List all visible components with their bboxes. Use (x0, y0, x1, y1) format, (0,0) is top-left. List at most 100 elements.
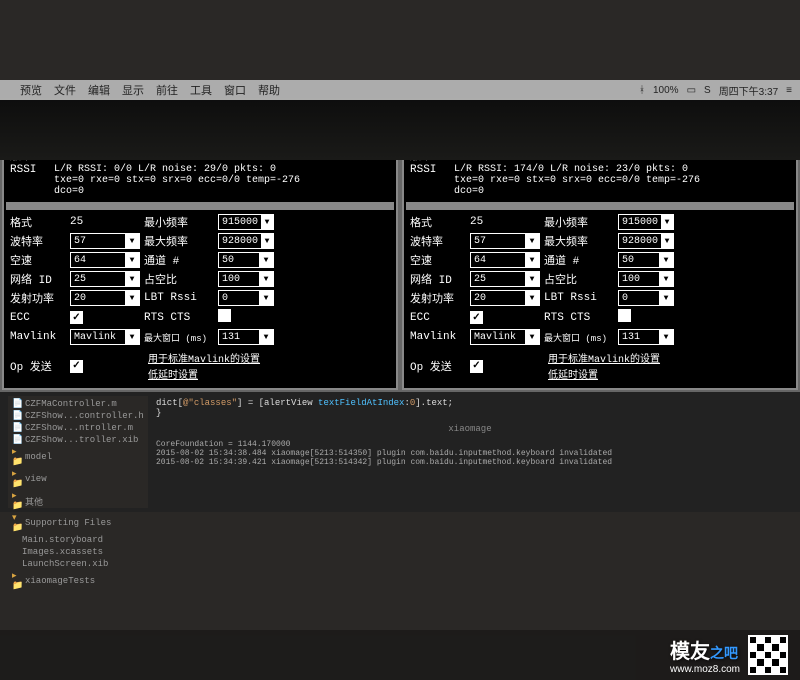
mavlink-label: Mavlink (410, 331, 466, 343)
minfreq-label: 最小频率 (144, 214, 214, 230)
ecc-checkbox[interactable]: ✓ (70, 311, 83, 324)
lbt-dropdown[interactable]: 0▼ (618, 290, 674, 306)
ecc-checkbox[interactable]: ✓ (470, 311, 483, 324)
txpower-dropdown[interactable]: 20▼ (70, 290, 140, 306)
minfreq-dropdown[interactable]: 915000▼ (218, 214, 274, 230)
folder-item[interactable]: ▸📁model (10, 446, 146, 468)
rts-checkbox[interactable] (218, 309, 231, 322)
rssi-text: L/R RSSI: 174/0 L/R noise: 23/0 pkts: 0 … (454, 164, 790, 197)
baud-label: 波特率 (410, 233, 466, 249)
rts-label: RTS CTS (544, 312, 614, 324)
watermark: 模友之吧 www.moz8.com (0, 630, 800, 680)
file-item[interactable]: 📄CZFShow...controller.h (10, 410, 146, 422)
chevron-down-icon: ▼ (125, 291, 139, 305)
airspeed-dropdown[interactable]: 64▼ (70, 252, 140, 268)
divider (406, 202, 794, 210)
lbt-dropdown[interactable]: 0▼ (218, 290, 274, 306)
footer-links[interactable]: 用于标准Mavlink的设置 低延时设置 (144, 348, 274, 384)
folder-item[interactable]: ▸📁xiaomageTests (10, 570, 146, 592)
panels-container: -本地 版本 SiK 1.9 on HM-TRP FREQ_915 DEVICE… (0, 122, 800, 392)
folder-icon: ▸📁 (12, 447, 22, 467)
menu-window[interactable]: 窗口 (224, 82, 246, 98)
chevron-down-icon: ▼ (525, 253, 539, 267)
clock[interactable]: 周四下午3:37 (719, 83, 779, 98)
baud-dropdown[interactable]: 57▼ (470, 233, 540, 249)
file-icon: 📄 (12, 435, 22, 445)
maxfreq-dropdown[interactable]: 928000▼ (618, 233, 674, 249)
file-navigator[interactable]: 📄CZFMaController.m 📄CZFShow...controller… (8, 396, 148, 508)
txpower-label: 发射功率 (410, 290, 466, 306)
netid-dropdown[interactable]: 25▼ (70, 271, 140, 287)
battery-percent: 100% (653, 85, 679, 96)
menu-edit[interactable]: 编辑 (88, 82, 110, 98)
channel-dropdown[interactable]: 50▼ (218, 252, 274, 268)
bluetooth-icon[interactable]: ᚼ (639, 85, 645, 96)
format-label: 格式 (10, 214, 66, 230)
menu-view[interactable]: 显示 (122, 82, 144, 98)
netid-dropdown[interactable]: 25▼ (470, 271, 540, 287)
xcode-area: 📄CZFMaController.m 📄CZFShow...controller… (0, 392, 800, 512)
minfreq-dropdown[interactable]: 915000▼ (618, 214, 674, 230)
maxwindow-dropdown[interactable]: 131▼ (218, 329, 274, 345)
menu-go[interactable]: 前往 (156, 82, 178, 98)
folder-icon: ▸📁 (12, 491, 22, 511)
opsend-checkbox[interactable]: ✓ (470, 360, 483, 373)
code-editor[interactable]: dict[@"classes"] = [alertView textFieldA… (148, 396, 792, 508)
maxwindow-label: 最大窗口 (ms) (144, 331, 214, 344)
folder-item[interactable]: ▸📁其他 (10, 490, 146, 512)
file-item[interactable]: LaunchScreen.xib (10, 558, 146, 570)
duty-dropdown[interactable]: 100▼ (218, 271, 274, 287)
file-item[interactable]: 📄CZFMaController.m (10, 398, 146, 410)
maxfreq-dropdown[interactable]: 928000▼ (218, 233, 274, 249)
rts-checkbox[interactable] (618, 309, 631, 322)
lbt-label: LBT Rssi (144, 292, 214, 304)
menu-help[interactable]: 帮助 (258, 82, 280, 98)
mavlink-dropdown[interactable]: Mavlink▼ (70, 329, 140, 345)
menu-tools[interactable]: 工具 (190, 82, 212, 98)
folder-icon: ▾📁 (12, 513, 22, 533)
netid-label: 网络 ID (410, 271, 466, 287)
qr-code-icon (748, 635, 788, 675)
opsend-checkbox[interactable]: ✓ (70, 360, 83, 373)
target-label: xiaomage (156, 424, 784, 434)
mavlink-dropdown[interactable]: Mavlink▼ (470, 329, 540, 345)
chevron-down-icon: ▼ (125, 272, 139, 286)
file-item[interactable]: 📄CZFShow...troller.xib (10, 434, 146, 446)
file-item[interactable]: Main.storyboard (10, 534, 146, 546)
chevron-down-icon: ▼ (659, 330, 673, 344)
lbt-label: LBT Rssi (544, 292, 614, 304)
opsend-label: Op 发送 (410, 358, 466, 374)
txpower-dropdown[interactable]: 20▼ (470, 290, 540, 306)
chevron-down-icon: ▼ (525, 272, 539, 286)
chevron-down-icon: ▼ (659, 253, 673, 267)
opsend-label: Op 发送 (10, 358, 66, 374)
footer-links[interactable]: 用于标准Mavlink的设置 低延时设置 (544, 348, 674, 384)
airspeed-dropdown[interactable]: 64▼ (470, 252, 540, 268)
chevron-down-icon: ▼ (261, 234, 273, 248)
divider (6, 202, 394, 210)
battery-icon: ▭ (686, 85, 696, 96)
chevron-down-icon: ▼ (525, 330, 539, 344)
menu-app[interactable]: 预览 (20, 82, 42, 98)
menu-s-icon[interactable]: S (704, 85, 711, 96)
chevron-down-icon: ▼ (259, 253, 273, 267)
menu-file[interactable]: 文件 (54, 82, 76, 98)
channel-dropdown[interactable]: 50▼ (618, 252, 674, 268)
folder-item[interactable]: ▾📁Supporting Files (10, 512, 146, 534)
code-line: dict[@"classes"] = [alertView textFieldA… (156, 398, 784, 408)
chevron-down-icon: ▼ (125, 253, 139, 267)
baud-dropdown[interactable]: 57▼ (70, 233, 140, 249)
chevron-down-icon: ▼ (661, 215, 673, 229)
folder-item[interactable]: ▸📁view (10, 468, 146, 490)
rssi-text: L/R RSSI: 0/0 L/R noise: 29/0 pkts: 0 tx… (54, 164, 390, 197)
console-line: CoreFoundation = 1144.170000 (156, 440, 784, 449)
duty-dropdown[interactable]: 100▼ (618, 271, 674, 287)
notification-icon[interactable]: ≡ (786, 85, 792, 96)
channel-label: 通道 # (544, 252, 614, 268)
ecc-label: ECC (410, 312, 466, 324)
maxwindow-dropdown[interactable]: 131▼ (618, 329, 674, 345)
file-item[interactable]: 📄CZFShow...ntroller.m (10, 422, 146, 434)
chevron-down-icon: ▼ (659, 291, 673, 305)
file-item[interactable]: Images.xcassets (10, 546, 146, 558)
console-line: 2015-08-02 15:34:39.421 xiaomage[5213:51… (156, 458, 784, 467)
